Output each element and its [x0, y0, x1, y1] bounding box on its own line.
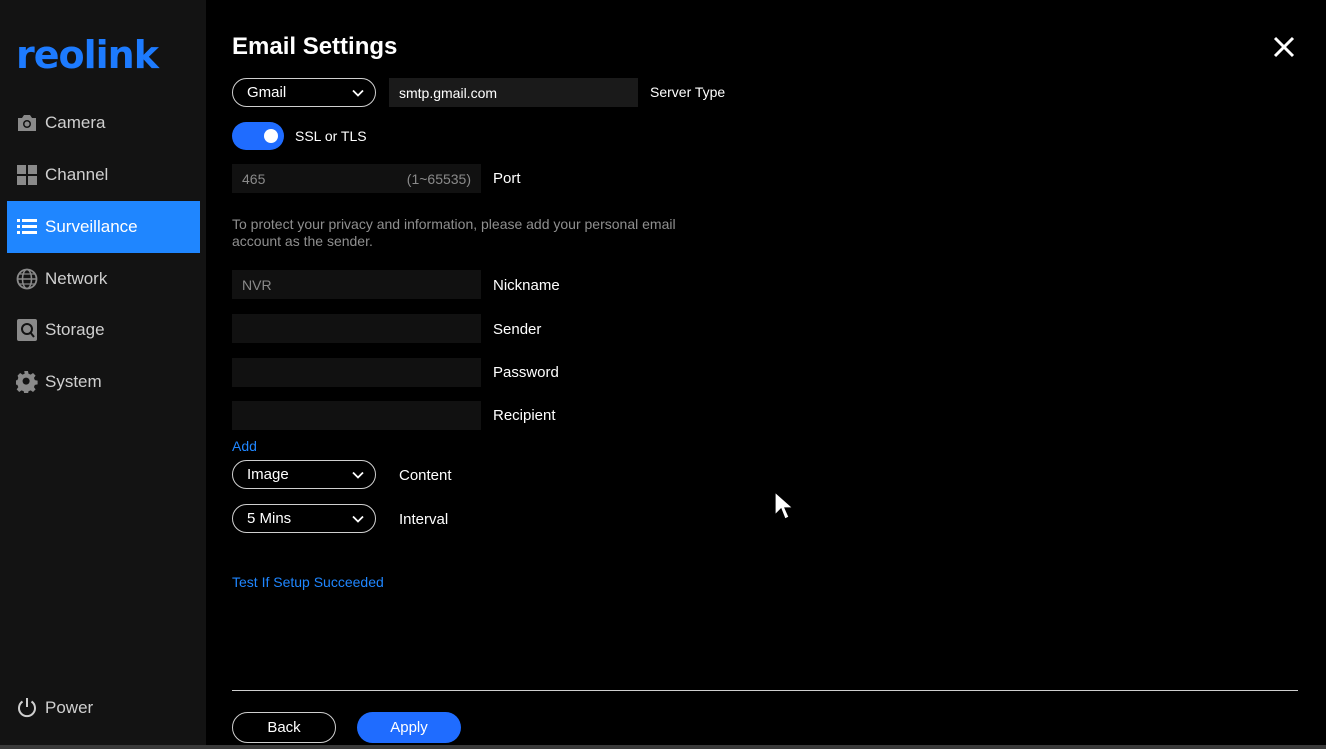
- list-icon: [15, 215, 39, 239]
- sidebar-item-label: Camera: [45, 113, 106, 132]
- ssl-toggle[interactable]: [232, 122, 284, 150]
- sender-label: Sender: [493, 321, 542, 338]
- sidebar-item-network[interactable]: Network: [7, 253, 200, 305]
- add-recipient-link[interactable]: Add: [232, 438, 257, 454]
- sidebar-item-label: Surveillance: [45, 217, 138, 236]
- footer-divider: [232, 690, 1298, 691]
- camera-icon: [15, 111, 39, 135]
- password-field[interactable]: [232, 358, 481, 387]
- server-type-select[interactable]: Gmail: [232, 78, 376, 107]
- interval-select[interactable]: 5 Mins: [232, 504, 376, 533]
- back-button[interactable]: Back: [232, 712, 336, 743]
- port-field[interactable]: 465 (1~65535): [232, 164, 481, 193]
- apply-button[interactable]: Apply: [357, 712, 461, 743]
- privacy-note: To protect your privacy and information,…: [232, 216, 676, 249]
- globe-icon: [15, 267, 39, 291]
- chevron-down-icon: [352, 471, 364, 479]
- reolink-logo: reolink: [16, 33, 159, 77]
- sidebar-item-system[interactable]: System: [7, 356, 200, 408]
- sidebar-item-channel[interactable]: Channel: [7, 149, 200, 201]
- storage-icon: [15, 318, 39, 342]
- server-type-label: Server Type: [650, 84, 726, 100]
- sidebar-item-surveillance[interactable]: Surveillance: [7, 201, 200, 253]
- chevron-down-icon: [352, 515, 364, 523]
- power-button[interactable]: Power: [7, 688, 93, 728]
- toggle-knob: [264, 129, 278, 143]
- sidebar-item-label: Channel: [45, 165, 109, 184]
- ssl-label: SSL or TLS: [295, 128, 367, 144]
- sidebar-item-storage[interactable]: Storage: [7, 304, 200, 356]
- nickname-field[interactable]: NVR: [232, 270, 481, 299]
- close-icon: [1273, 36, 1295, 58]
- sidebar-item-label: Storage: [45, 320, 105, 339]
- interval-label: Interval: [399, 511, 449, 528]
- close-button[interactable]: [1270, 33, 1298, 61]
- mouse-cursor-icon: [774, 491, 794, 520]
- recipient-field[interactable]: [232, 401, 481, 430]
- gear-icon: [15, 370, 39, 394]
- sidebar: reolink Camera Channel Surveillance Netw…: [0, 0, 206, 745]
- password-label: Password: [493, 364, 559, 381]
- power-label: Power: [45, 698, 94, 717]
- port-range: (1~65535): [406, 170, 471, 187]
- server-type-value: Gmail: [247, 84, 287, 101]
- sidebar-item-camera[interactable]: Camera: [7, 97, 200, 149]
- test-setup-link[interactable]: Test If Setup Succeeded: [232, 574, 384, 590]
- screen-bottom-bar: [0, 745, 1326, 749]
- interval-value: 5 Mins: [247, 510, 292, 527]
- recipient-label: Recipient: [493, 407, 556, 424]
- smtp-server-value: smtp.gmail.com: [399, 84, 498, 101]
- port-label: Port: [493, 170, 521, 187]
- content-value: Image: [247, 466, 289, 483]
- sender-field[interactable]: [232, 314, 481, 343]
- sidebar-item-label: System: [45, 372, 102, 391]
- content-label: Content: [399, 467, 452, 484]
- chevron-down-icon: [352, 89, 364, 97]
- nickname-value: NVR: [242, 276, 272, 293]
- power-icon: [15, 696, 39, 720]
- content-select[interactable]: Image: [232, 460, 376, 489]
- smtp-server-field[interactable]: smtp.gmail.com: [389, 78, 638, 107]
- sidebar-item-label: Network: [45, 269, 108, 288]
- channel-grid-icon: [15, 163, 39, 187]
- nickname-label: Nickname: [493, 277, 560, 294]
- port-value: 465: [242, 170, 266, 187]
- page-title: Email Settings: [232, 33, 398, 60]
